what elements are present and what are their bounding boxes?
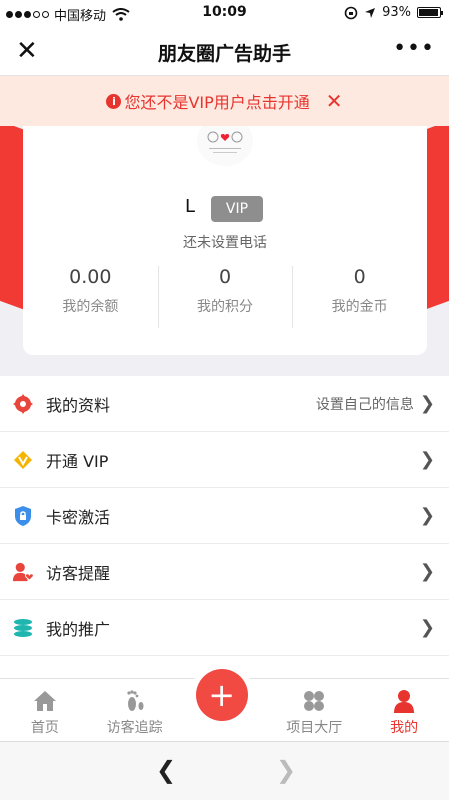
battery-icon [417,7,443,18]
stat-label: 我的金币 [331,299,388,315]
title-bar: ✕ 朋友圈广告助手 ••• [0,26,449,76]
rotation-lock-icon [344,6,358,19]
avatar-image [207,131,243,153]
tab-label: 项目大厅 [286,720,343,736]
chevron-right-icon: ❯ [419,617,435,638]
plus-icon[interactable]: + [195,669,248,721]
menu-item-label: 我的推广 [46,619,111,639]
user-heart-icon [12,561,34,583]
stat-value: 0.00 [69,266,112,288]
forward-button[interactable]: ❯ [276,756,296,784]
chevron-right-icon: ❯ [419,449,435,470]
stat-balance[interactable]: 0.00 我的余额 [23,264,158,328]
menu-item-visitor-alert[interactable]: 访客提醒 ❯ [0,544,449,600]
user-name: L [185,196,196,217]
tab-visitor-tracking[interactable]: 访客追踪 [90,679,180,741]
info-icon: i [106,93,122,109]
tab-label: 我的 [390,720,419,736]
menu-item-label: 我的资料 [46,395,111,415]
menu-list: 我的资料 设置自己的信息 ❯ 开通 VIP ❯ 卡密激活 ❯ 访客提醒 ❯ 我的… [0,376,449,681]
tab-publish[interactable]: + [180,663,270,741]
menu-item-label: 卡密激活 [46,507,111,527]
stat-value: 0 [353,266,366,288]
menu-item-card-activation[interactable]: 卡密激活 ❯ [0,488,449,544]
page-title: 朋友圈广告助手 [157,43,291,65]
tab-mine[interactable]: 我的 [359,679,449,741]
status-bar: 中国移动 10:09 93% [0,0,449,26]
stat-coins[interactable]: 0 我的金币 [292,264,427,328]
menu-item-vip[interactable]: 开通 VIP ❯ [0,432,449,488]
chevron-right-icon: ❯ [419,393,435,414]
location-icon [365,7,376,18]
stat-label: 我的余额 [62,299,119,315]
stat-value: 0 [218,266,232,288]
menu-item-hint: 设置自己的信息 [315,396,414,413]
more-menu-button[interactable]: ••• [393,36,435,61]
footprint-icon [90,689,180,713]
phone-status[interactable]: 还未设置电话 [23,232,427,252]
clover-icon [269,689,359,713]
menu-item-label: 开通 VIP [46,451,109,471]
stats-row: 0.00 我的余额 0 我的积分 0 我的金币 [23,264,427,328]
battery-percent: 93% [382,5,411,20]
home-icon [0,689,90,713]
close-notice-icon[interactable]: ✕ [326,89,343,113]
system-indicators: 93% [344,5,443,20]
back-button[interactable]: ❮ [156,756,176,784]
person-icon [359,689,449,713]
chevron-right-icon: ❯ [419,505,435,526]
coins-icon [12,617,34,639]
publish-button-wrap: + [189,663,254,727]
tab-label: 首页 [30,720,59,736]
gear-icon [12,393,34,415]
tab-home[interactable]: 首页 [0,679,90,741]
stat-points[interactable]: 0 我的积分 [157,264,293,328]
browser-nav-bar: ❮ ❯ [0,741,449,800]
bottom-tab-bar: 首页 访客追踪 + 项目大厅 我的 [0,663,449,741]
tab-projects[interactable]: 项目大厅 [269,679,359,741]
vip-notice-banner[interactable]: i 您还不是VIP用户点击开通 ✕ [0,76,449,126]
chevron-right-icon: ❯ [419,561,435,582]
profile-card: L VIP 还未设置电话 0.00 我的余额 0 我的积分 0 我的金币 [23,106,427,355]
shield-lock-icon [12,505,34,527]
stat-label: 我的积分 [197,299,253,315]
menu-item-profile[interactable]: 我的资料 设置自己的信息 ❯ [0,376,449,432]
menu-item-label: 访客提醒 [46,563,111,583]
tab-label: 访客追踪 [106,720,163,736]
vip-icon [12,449,34,471]
vip-notice-text[interactable]: 您还不是VIP用户点击开通 [124,89,309,113]
vip-badge[interactable]: VIP [211,196,263,222]
menu-item-promotion[interactable]: 我的推广 ❯ [0,600,449,656]
